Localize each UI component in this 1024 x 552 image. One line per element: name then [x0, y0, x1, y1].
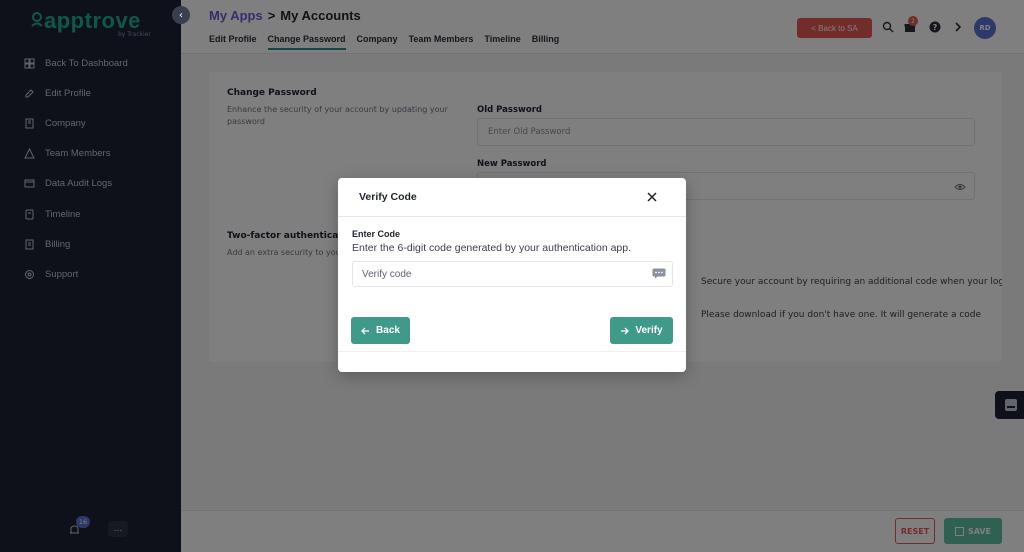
verify-code-input[interactable] [352, 261, 673, 287]
close-icon[interactable] [645, 190, 659, 204]
modal-header: Verify Code [338, 178, 686, 217]
enter-code-label: Enter Code [352, 229, 401, 239]
verify-label: Verify [635, 325, 663, 336]
modal-title: Verify Code [359, 191, 417, 203]
modal-footer-divider [338, 351, 686, 352]
back-button[interactable]: Back [351, 317, 410, 344]
chevron-left-icon: ‹ [179, 9, 183, 21]
message-dots-icon [652, 268, 666, 279]
enter-code-description: Enter the 6-digit code generated by your… [352, 242, 632, 254]
arrow-right-icon [621, 327, 630, 334]
verify-code-modal: Verify Code Enter Code Enter the 6-digit… [338, 178, 686, 372]
collapse-sidebar-button[interactable]: ‹ [172, 6, 190, 24]
verify-button[interactable]: Verify [610, 317, 673, 344]
back-label: Back [376, 325, 400, 336]
arrow-left-icon [361, 327, 370, 334]
